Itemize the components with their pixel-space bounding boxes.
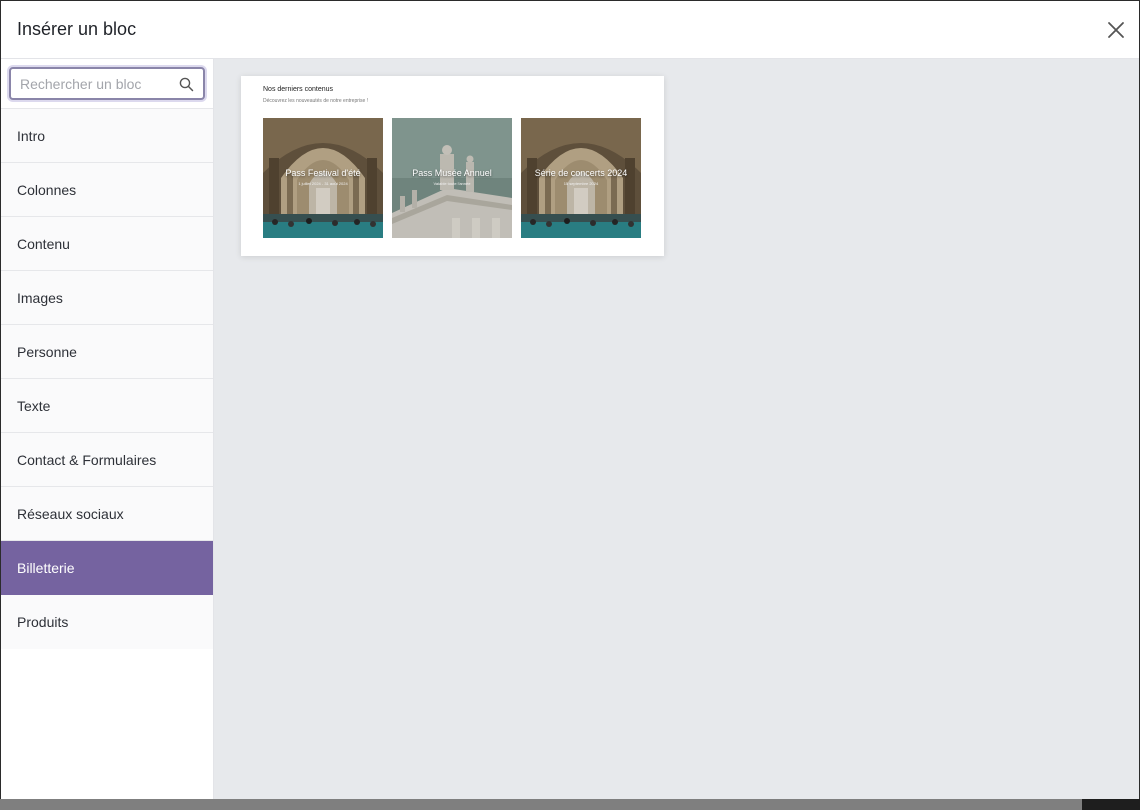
insert-block-modal: Insérer un bloc Intro Colonnes Contenu I…	[1, 1, 1139, 799]
ticket-date: 15 septembre 2024	[563, 181, 599, 186]
ticket-date: Valable toute l'année	[433, 181, 471, 186]
ticket-tile: Pass Musée Annuel Valable toute l'année	[392, 118, 512, 238]
ticket-date: 1 juillet 2024 - 31 août 2024	[298, 181, 348, 186]
background-strip	[0, 799, 1140, 810]
museum-hall-image	[263, 118, 383, 238]
ticket-title: Pass Musée Annuel	[412, 168, 492, 178]
sidebar-item-billetterie[interactable]: Billetterie	[1, 541, 213, 595]
sidebar-item-contact-formulaires[interactable]: Contact & Formulaires	[1, 433, 213, 487]
ticket-tile: Série de concerts 2024 15 septembre 2024	[521, 118, 641, 238]
sidebar-item-produits[interactable]: Produits	[1, 595, 213, 649]
sidebar-item-images[interactable]: Images	[1, 271, 213, 325]
ticket-title: Série de concerts 2024	[534, 168, 628, 178]
preview-subtitle: Découvrez les nouveautés de notre entrep…	[263, 98, 369, 104]
modal-header: Insérer un bloc	[1, 1, 1139, 59]
sidebar-item-reseaux-sociaux[interactable]: Réseaux sociaux	[1, 487, 213, 541]
close-icon[interactable]	[1105, 19, 1127, 41]
sidebar-item-contenu[interactable]: Contenu	[1, 217, 213, 271]
sidebar-item-texte[interactable]: Texte	[1, 379, 213, 433]
category-list: Intro Colonnes Contenu Images Personne T…	[1, 109, 213, 649]
search-box	[9, 67, 205, 100]
background-corner	[1082, 799, 1140, 810]
search-input[interactable]	[11, 69, 203, 98]
block-preview-area: Nos derniers contenus Découvrez les nouv…	[214, 59, 1139, 799]
sidebar-item-personne[interactable]: Personne	[1, 325, 213, 379]
statue-roof-image	[392, 118, 512, 238]
preview-title: Nos derniers contenus	[263, 86, 334, 93]
ticket-title: Pass Festival d'été	[285, 168, 361, 178]
search-icon[interactable]	[179, 77, 194, 92]
museum-hall-image	[521, 118, 641, 238]
sidebar-item-colonnes[interactable]: Colonnes	[1, 163, 213, 217]
ticketing-block-preview[interactable]: Nos derniers contenus Découvrez les nouv…	[241, 76, 664, 256]
category-sidebar: Intro Colonnes Contenu Images Personne T…	[1, 59, 214, 799]
sidebar-item-intro[interactable]: Intro	[1, 109, 213, 163]
ticket-tile: Pass Festival d'été 1 juillet 2024 - 31 …	[263, 118, 383, 238]
modal-title: Insérer un bloc	[17, 19, 137, 39]
